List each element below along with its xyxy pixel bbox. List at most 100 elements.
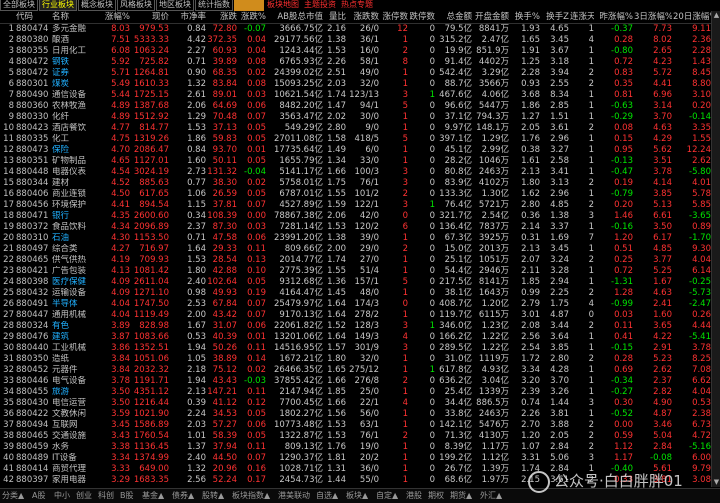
- column-header-10[interactable]: 涨跌数: [347, 11, 379, 23]
- cell-量比: 1.55: [327, 189, 346, 199]
- table-row[interactable]: 20 880310 石油 4.30 1153.50 0.71 47.58 0.06 23991.…: [0, 233, 720, 245]
- table-row[interactable]: 2 880380 酿酒 7.51 5333.33 4.42 372.35 0.04 29177.…: [0, 35, 720, 47]
- table-row[interactable]: 16 880406 商业连锁 4.50 617.65 1.06 26.59 0.05 6787.…: [0, 189, 720, 201]
- cell-开盘金额: 1119万: [478, 354, 509, 364]
- table-row[interactable]: 6 880301 煤炭 5.49 1610.33 1.32 83.84 0.08 15093.2…: [0, 79, 720, 91]
- tab-4[interactable]: 地区板块: [156, 0, 194, 11]
- table-row[interactable]: 33 880446 电气设备 3.78 1191.71 1.94 43.43 -0.03 378…: [0, 376, 720, 388]
- column-header-5[interactable]: 市净率: [170, 11, 206, 23]
- table-row[interactable]: 19 880372 食品饮料 4.34 2096.89 2.37 87.30 0.03 7281…: [0, 222, 720, 234]
- table-row[interactable]: 26 880491 半导体 4.04 1747.50 2.53 67.84 0.07 25479…: [0, 299, 720, 311]
- column-header-14[interactable]: 开盘金额: [473, 11, 509, 23]
- bottom-tab-10[interactable]: 港美联动: [278, 491, 310, 501]
- scrollbar[interactable]: ▲ ▼: [711, 11, 720, 487]
- bottom-tab-16[interactable]: 期货▲: [450, 491, 472, 501]
- column-header-2[interactable]: 名称: [52, 11, 100, 23]
- table-row[interactable]: 1 880474 多元金融 8.03 979.53 0.84 72.80 -0.07 3666.…: [0, 24, 720, 36]
- column-header-0[interactable]: [0, 11, 14, 23]
- bottom-tab-17[interactable]: 外汇▲: [480, 491, 502, 501]
- table-row[interactable]: 5 880472 证券 5.71 1264.81 0.90 68.35 0.02 24399.0…: [0, 68, 720, 80]
- bottom-tab-4[interactable]: 科创: [98, 491, 114, 501]
- table-row[interactable]: 32 880452 元器件 3.84 2032.32 2.18 75.12 0.02 26466…: [0, 365, 720, 377]
- table-row[interactable]: 18 880471 银行 4.35 2600.60 0.34 108.39 0.00 78867…: [0, 211, 720, 223]
- table-row[interactable]: 38 880465 交通设施 3.43 1760.54 1.01 58.39 0.05 1322…: [0, 431, 720, 443]
- bottom-tab-11[interactable]: 自选▲: [316, 491, 338, 501]
- table-row[interactable]: 27 880447 通用机械 4.04 1119.49 2.00 43.42 0.07 9170…: [0, 310, 720, 322]
- bottom-tab-8[interactable]: 股转▲: [202, 491, 224, 501]
- table-row[interactable]: 12 880473 保险 4.70 2086.47 0.84 93.70 0.01 17735.…: [0, 145, 720, 157]
- bottom-tab-9[interactable]: 板块指数▲: [232, 491, 270, 501]
- column-header-4[interactable]: 现价: [131, 11, 169, 23]
- cell-量比: 1.49: [327, 145, 346, 155]
- column-header-20[interactable]: 20日涨幅%: [673, 11, 711, 23]
- bottom-tab-6[interactable]: 基金▲: [142, 491, 164, 501]
- tab-5[interactable]: 统计指数: [195, 0, 233, 11]
- table-row[interactable]: 35 880430 电信运营 3.50 1216.44 0.39 41.12 0.12 7700…: [0, 398, 720, 410]
- table-row[interactable]: 7 880490 通信设备 5.44 1725.15 2.61 89.01 0.03 10621…: [0, 90, 720, 102]
- table-row[interactable]: 37 880494 互联网 3.45 1586.89 2.03 57.27 0.06 10773…: [0, 420, 720, 432]
- tab-2[interactable]: 概念板块: [78, 0, 116, 11]
- column-header-16[interactable]: 换手Z: [541, 11, 569, 23]
- cell-市净率: 0.71: [187, 57, 206, 67]
- table-row[interactable]: 3 880355 日用化工 6.08 1063.24 2.27 60.93 0.04 1243.…: [0, 46, 720, 58]
- table-row[interactable]: 39 880459 水务 3.38 1136.45 1.37 37.94 0.11 809.13…: [0, 442, 720, 454]
- column-header-17[interactable]: 连涨天: [570, 11, 594, 23]
- table-row[interactable]: 21 880497 综合类 4.27 716.97 1.64 29.33 0.11 809.66…: [0, 244, 720, 256]
- bottom-tab-0[interactable]: 分类▲: [2, 491, 24, 501]
- bottom-tab-14[interactable]: 港股: [406, 491, 422, 501]
- column-header-12[interactable]: 跌停数: [409, 11, 435, 23]
- scroll-down-arrow-icon[interactable]: ▼: [713, 479, 720, 486]
- column-header-1[interactable]: 代码: [16, 11, 50, 23]
- tab-6[interactable]: [234, 0, 264, 11]
- cell-3日涨幅%: 4.41: [653, 79, 672, 89]
- table-row[interactable]: 14 880448 电器仪表 4.54 3024.19 2.73 131.32 -0.04 51…: [0, 167, 720, 179]
- table-row[interactable]: 8 880360 农林牧渔 4.89 1387.68 2.06 64.69 0.06 8482.…: [0, 101, 720, 113]
- tab-9[interactable]: 热点专题: [339, 0, 375, 10]
- column-header-18[interactable]: 昨涨幅%: [595, 11, 633, 23]
- table-row[interactable]: 23 880421 广告包装 4.13 1081.42 1.80 42.88 0.10 2775…: [0, 266, 720, 278]
- column-header-11[interactable]: 涨停数: [380, 11, 408, 23]
- scroll-up-arrow-icon[interactable]: ▲: [713, 12, 720, 19]
- cell-名称: 通信设备: [52, 90, 87, 100]
- table-row[interactable]: 13 880351 矿物制品 4.65 1127.01 1.60 50.11 0.05 1655…: [0, 156, 720, 168]
- cell-: 13: [3, 156, 14, 166]
- bottom-tab-1[interactable]: A股: [32, 491, 45, 501]
- bottom-tab-13[interactable]: 自定▲: [376, 491, 398, 501]
- tab-1[interactable]: 行业板块: [39, 0, 77, 11]
- table-row[interactable]: 15 880344 建材 4.52 885.63 0.77 38.30 0.02 5758.01…: [0, 178, 720, 190]
- table-row[interactable]: 9 880330 化纤 4.89 1512.92 1.29 70.48 0.07 3563.47…: [0, 112, 720, 124]
- column-header-6[interactable]: 涨跌: [207, 11, 237, 23]
- tab-0[interactable]: 全部板块: [0, 0, 38, 11]
- table-row[interactable]: 29 880476 建筑 3.87 1083.66 0.53 40.39 0.01 13201.…: [0, 332, 720, 344]
- bottom-tab-12[interactable]: 板块▲: [346, 491, 368, 501]
- column-header-8[interactable]: AB股总市值: [267, 11, 323, 23]
- column-header-9[interactable]: 量比: [324, 11, 346, 23]
- column-header-7[interactable]: 涨跌%: [238, 11, 266, 23]
- tab-7[interactable]: 板块地图: [265, 0, 301, 10]
- table-row[interactable]: 24 880398 医疗保健 4.09 2611.04 2.40 102.64 0.05 931…: [0, 277, 720, 289]
- table-row[interactable]: 28 880324 有色 3.89 828.98 1.67 31.07 0.06 22061.8…: [0, 321, 720, 333]
- table-row[interactable]: 10 880423 酒店餐饮 4.77 814.77 1.53 37.13 0.05 549.2…: [0, 123, 720, 135]
- table-row[interactable]: 25 880432 运输设备 4.09 1271.10 0.98 49.93 0.19 4164…: [0, 288, 720, 300]
- bottom-tab-3[interactable]: 创业: [76, 491, 92, 501]
- bottom-tab-7[interactable]: 债券▲: [172, 491, 194, 501]
- table-row[interactable]: 11 880335 化工 4.75 1319.26 1.86 59.83 0.05 27011.…: [0, 134, 720, 146]
- column-header-3[interactable]: 涨幅%: [100, 11, 130, 23]
- cell-市净率: 2.37: [187, 222, 206, 232]
- table-row[interactable]: 4 880472 钢铁 5.92 725.82 0.71 39.89 0.08 6765.93亿…: [0, 57, 720, 69]
- column-header-19[interactable]: 3日涨幅%: [634, 11, 672, 23]
- bottom-tab-2[interactable]: 中小: [54, 491, 70, 501]
- table-row[interactable]: 30 880440 工业机械 3.86 1352.51 1.94 50.26 0.11 1451…: [0, 343, 720, 355]
- column-header-15[interactable]: 换手%: [510, 11, 540, 23]
- table-row[interactable]: 34 880455 旅游 3.50 4351.12 2.13 147.21 0.11 2147.…: [0, 387, 720, 399]
- table-row[interactable]: 22 880465 供气供热 4.19 709.93 1.53 28.54 0.13 2014.…: [0, 255, 720, 267]
- table-row[interactable]: 36 880422 文教休闲 3.59 1021.90 2.24 34.53 0.05 1802…: [0, 409, 720, 421]
- bottom-tab-5[interactable]: B股: [120, 491, 134, 501]
- table-row[interactable]: 31 880350 造纸 3.84 1051.06 1.05 38.89 0.14 1672.2…: [0, 354, 720, 366]
- column-header-13[interactable]: 总金额: [436, 11, 472, 23]
- table-row[interactable]: 17 880456 环境保护 4.41 894.54 1.15 37.81 0.07 4527.…: [0, 200, 720, 212]
- table-row[interactable]: 40 880489 IT设备 3.34 1374.99 2.40 44.50 0.07 1290…: [0, 453, 720, 465]
- tab-8[interactable]: 主题投资: [302, 0, 338, 10]
- tab-3[interactable]: 风格板块: [117, 0, 155, 11]
- bottom-tab-15[interactable]: 期权: [428, 491, 444, 501]
